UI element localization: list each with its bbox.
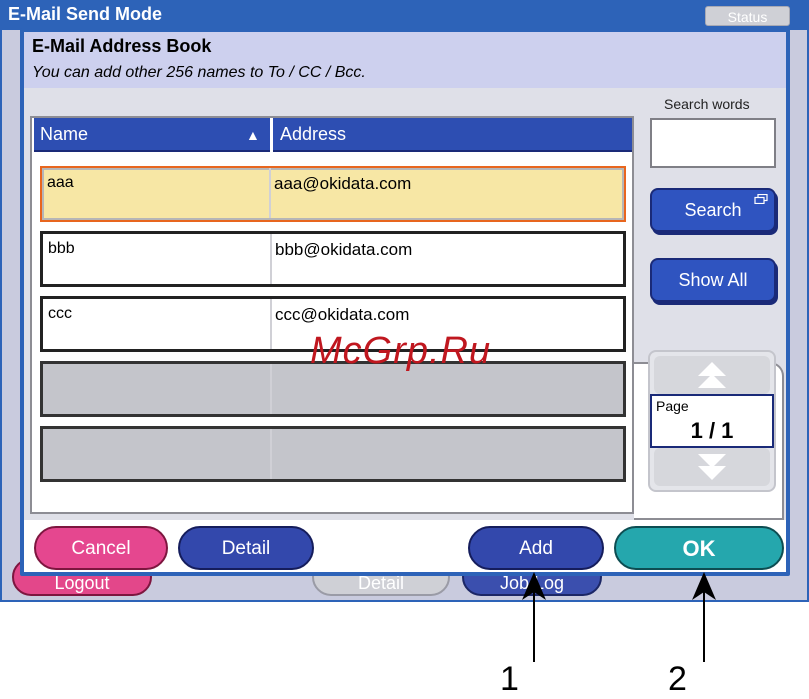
cell-divider: [270, 234, 272, 284]
table-row-empty: [40, 426, 626, 482]
row-address: bbb@okidata.com: [275, 240, 413, 259]
page-indicator: Page 1 / 1: [650, 394, 774, 448]
address-list: Name ▲ Address aaa aaa@okidata.com bbb b…: [30, 116, 634, 514]
callout-number-1: 1: [500, 660, 519, 698]
cell-divider: [269, 168, 271, 218]
dialog-title: E-Mail Address Book: [32, 36, 212, 56]
column-divider: [270, 118, 273, 152]
dialog-subtitle: You can add other 256 names to To / CC /…: [32, 64, 366, 81]
search-input[interactable]: [650, 118, 776, 168]
column-header-address[interactable]: Address: [280, 124, 346, 145]
double-chevron-down-icon: [698, 454, 726, 480]
callout-arrows: [522, 572, 716, 662]
dialog-body: Name ▲ Address aaa aaa@okidata.com bbb b…: [24, 88, 786, 520]
cell-divider: [270, 299, 272, 349]
row-name: aaa: [47, 174, 74, 191]
row-address: aaa@okidata.com: [274, 174, 412, 193]
sort-ascending-icon[interactable]: ▲: [246, 127, 260, 143]
window-title: E-Mail Send Mode: [8, 4, 163, 24]
page-label: Page: [656, 398, 689, 414]
callout-number-2: 2: [668, 660, 687, 698]
column-header-name[interactable]: Name: [40, 124, 88, 145]
row-name: bbb: [48, 240, 75, 257]
show-all-button[interactable]: Show All: [650, 258, 776, 302]
search-button[interactable]: Search: [650, 188, 776, 232]
cell-divider: [270, 364, 272, 414]
page-value: 1 / 1: [690, 418, 734, 443]
row-address: ccc@okidata.com: [275, 305, 410, 324]
page-up-button[interactable]: [654, 356, 770, 394]
table-row[interactable]: aaa aaa@okidata.com: [40, 166, 626, 222]
table-row[interactable]: bbb bbb@okidata.com: [40, 231, 626, 287]
dialog-header: E-Mail Address Book You can add other 25…: [24, 32, 786, 88]
window-title-bar: E-Mail Send Mode Status: [0, 0, 809, 30]
search-button-label: Search: [684, 200, 742, 220]
open-window-icon: [754, 194, 768, 204]
status-button[interactable]: Status: [705, 6, 790, 26]
row-name: ccc: [48, 305, 72, 322]
table-header: Name ▲ Address: [34, 118, 632, 152]
page-down-button[interactable]: [654, 448, 770, 486]
cell-divider: [270, 429, 272, 479]
watermark: McGrp.Ru: [310, 330, 492, 372]
search-words-label: Search words: [664, 96, 750, 112]
double-chevron-up-icon: [698, 362, 726, 388]
address-book-dialog: E-Mail Address Book You can add other 25…: [20, 28, 790, 576]
pager: Page 1 / 1: [648, 350, 776, 492]
